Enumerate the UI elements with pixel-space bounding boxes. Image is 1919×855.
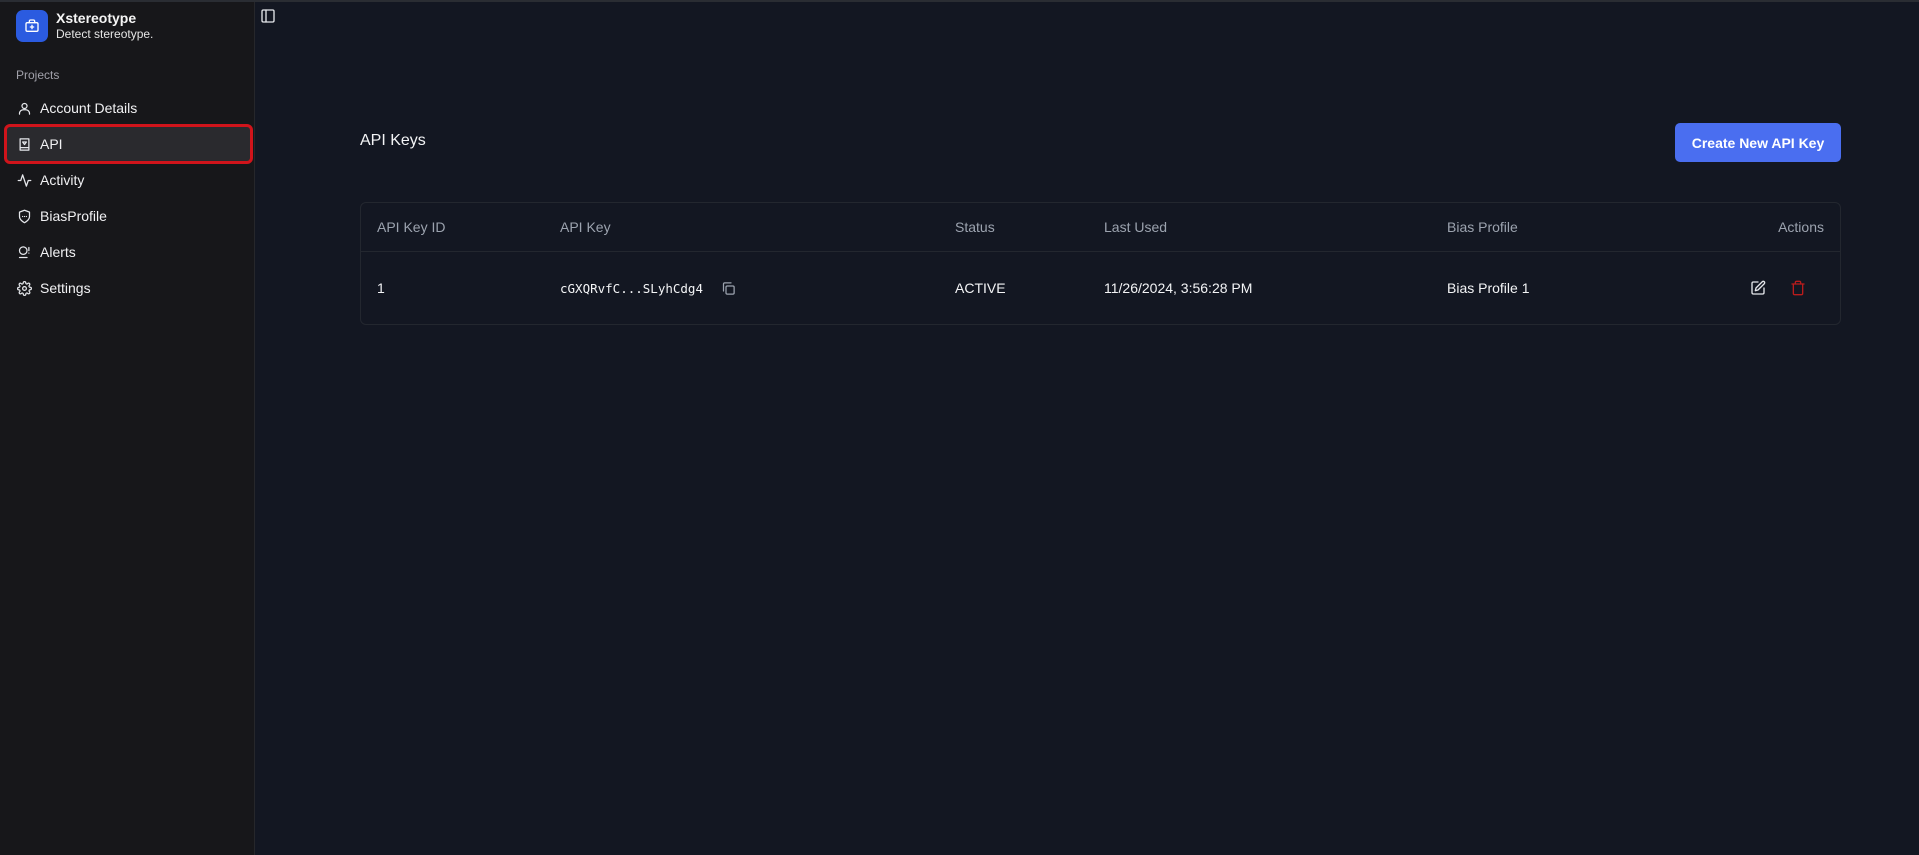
api-key-cell: cGXQRvfC...SLyhCdg4 bbox=[560, 280, 736, 297]
table-row: 1 cGXQRvfC...SLyhCdg4 ACTIVE 11/26/2024,… bbox=[361, 252, 1840, 324]
page-title: API Keys bbox=[360, 132, 426, 149]
last-used: 11/26/2024, 3:56:28 PM bbox=[1104, 280, 1253, 296]
sidebar-item-label: BiasProfile bbox=[40, 208, 107, 224]
api-key-id: 1 bbox=[377, 280, 385, 296]
sidebar: Xstereotype Detect stereotype. Projects … bbox=[0, 2, 255, 855]
create-api-key-button[interactable]: Create New API Key bbox=[1675, 123, 1841, 162]
sidebar-item-label: Settings bbox=[40, 280, 91, 296]
api-keys-table: API Key ID API Key Status Last Used Bias… bbox=[360, 202, 1841, 325]
sidebar-item-settings[interactable]: Settings bbox=[6, 270, 251, 306]
app-name: Xstereotype bbox=[56, 10, 137, 26]
sidebar-item-label: Account Details bbox=[40, 100, 138, 116]
table-header-row: API Key ID API Key Status Last Used Bias… bbox=[361, 203, 1840, 252]
sidebar-item-label: Activity bbox=[40, 172, 85, 188]
sidebar-item-activity[interactable]: Activity bbox=[6, 162, 251, 198]
api-book-icon bbox=[16, 136, 32, 152]
column-header-bias-profile: Bias Profile bbox=[1447, 219, 1518, 235]
edit-icon[interactable] bbox=[1742, 272, 1774, 304]
sidebar-item-api[interactable]: API bbox=[4, 124, 253, 164]
bias-profile: Bias Profile 1 bbox=[1447, 280, 1530, 296]
delete-icon[interactable] bbox=[1782, 272, 1814, 304]
user-icon bbox=[16, 100, 32, 116]
sidebar-item-alerts[interactable]: Alerts bbox=[6, 234, 251, 270]
api-key-value: cGXQRvfC...SLyhCdg4 bbox=[560, 280, 703, 296]
projects-label: Projects bbox=[16, 68, 60, 82]
shield-icon bbox=[16, 208, 32, 224]
sidebar-item-label: Alerts bbox=[40, 244, 76, 260]
sidebar-item-biasprofile[interactable]: BiasProfile bbox=[6, 198, 251, 234]
alert-bell-icon bbox=[16, 244, 32, 260]
gear-icon bbox=[16, 280, 32, 296]
column-header-actions: Actions bbox=[1778, 219, 1824, 235]
activity-icon bbox=[16, 172, 32, 188]
app-tagline: Detect stereotype. bbox=[56, 27, 154, 41]
top-border bbox=[0, 0, 1919, 2]
sidebar-item-label: API bbox=[40, 136, 63, 152]
sidebar-nav: Account Details API Activity BiasProfile… bbox=[4, 90, 253, 306]
brand[interactable]: Xstereotype Detect stereotype. bbox=[16, 10, 153, 42]
column-header-id: API Key ID bbox=[377, 219, 446, 235]
status-badge: ACTIVE bbox=[955, 280, 1006, 296]
sidebar-toggle-icon[interactable] bbox=[260, 8, 276, 24]
briefcase-medical-icon bbox=[16, 10, 48, 42]
column-header-status: Status bbox=[955, 219, 995, 235]
column-header-key: API Key bbox=[560, 219, 611, 235]
row-actions bbox=[1734, 272, 1814, 304]
column-header-last-used: Last Used bbox=[1104, 219, 1168, 235]
sidebar-item-account-details[interactable]: Account Details bbox=[6, 90, 251, 126]
copy-icon[interactable] bbox=[721, 281, 736, 296]
